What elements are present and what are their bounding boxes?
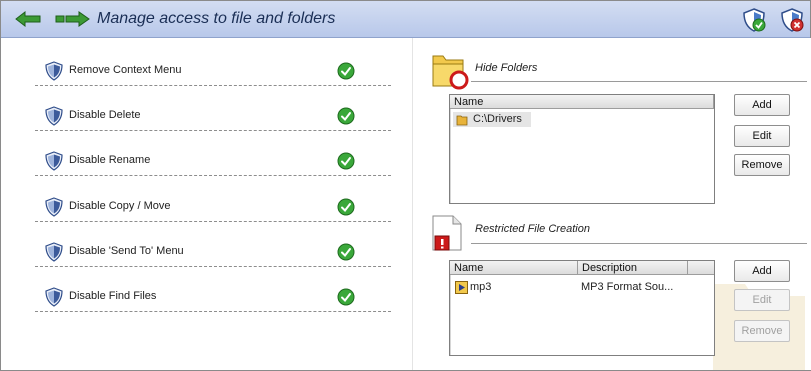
main-window: Manage access to file and folders Remove… (0, 0, 811, 371)
restricted-add-button[interactable]: Add (734, 260, 790, 282)
shield-icon (45, 151, 63, 171)
option-row[interactable]: Disable Find Files (35, 283, 391, 312)
hide-remove-button[interactable]: Remove (734, 154, 790, 176)
restricted-edit-button[interactable]: Edit (734, 289, 790, 311)
column-header-filler (688, 261, 714, 275)
options-panel: Remove Context Menu Disable Delete Disable… (1, 38, 411, 370)
check-icon[interactable] (337, 62, 355, 80)
hide-add-button[interactable]: Add (734, 94, 790, 116)
restricted-title: Restricted File Creation (475, 223, 590, 235)
file-ext: mp3 (470, 281, 492, 293)
option-row[interactable]: Disable Copy / Move (35, 193, 391, 222)
media-file-icon (455, 281, 468, 294)
restricted-remove-button[interactable]: Remove (734, 320, 790, 342)
hide-edit-button[interactable]: Edit (734, 125, 790, 147)
restricted-files-list[interactable]: Name Description mp3 MP3 Format Sou... (449, 260, 715, 356)
option-label: Disable Delete (69, 109, 141, 121)
shield-icon (45, 242, 63, 262)
header-bar: Manage access to file and folders (1, 1, 810, 38)
shield-icon (45, 197, 63, 217)
file-description: MP3 Format Sou... (581, 281, 674, 293)
column-header-name[interactable]: Name (450, 95, 714, 109)
shield-icon (45, 61, 63, 81)
column-header-name[interactable]: Name (450, 261, 578, 275)
option-label: Disable Copy / Move (69, 200, 171, 212)
check-icon[interactable] (337, 152, 355, 170)
folder-icon (456, 115, 468, 126)
folders-panel: Hide Folders Name C:\Drivers Add Edit Re… (412, 38, 811, 370)
option-row[interactable]: Disable 'Send To' Menu (35, 238, 391, 267)
option-row[interactable]: Disable Delete (35, 102, 391, 131)
shield-icon (45, 287, 63, 307)
option-label: Disable 'Send To' Menu (69, 245, 184, 257)
option-label: Remove Context Menu (69, 64, 182, 76)
option-row[interactable]: Remove Context Menu (35, 57, 391, 86)
forward-arrow-icon[interactable] (55, 10, 91, 28)
section-divider (471, 243, 807, 244)
hide-folders-list[interactable]: Name C:\Drivers (449, 94, 715, 204)
option-row[interactable]: Disable Rename (35, 147, 391, 176)
check-icon[interactable] (337, 288, 355, 306)
folder-path: C:\Drivers (473, 113, 522, 125)
column-header-description[interactable]: Description (578, 261, 688, 275)
option-label: Disable Rename (69, 154, 151, 166)
restricted-file-icon (432, 215, 462, 251)
check-icon[interactable] (337, 243, 355, 261)
shield-remove-icon[interactable] (779, 7, 805, 33)
list-item[interactable]: mp3 MP3 Format Sou... (453, 280, 703, 295)
back-arrow-icon[interactable] (15, 10, 41, 28)
shield-check-icon[interactable] (741, 7, 767, 33)
list-item[interactable]: C:\Drivers (453, 112, 531, 127)
section-divider (471, 81, 807, 82)
hidden-folder-icon (432, 55, 469, 90)
check-icon[interactable] (337, 198, 355, 216)
page-title: Manage access to file and folders (97, 10, 336, 27)
hide-folders-title: Hide Folders (475, 62, 538, 74)
check-icon[interactable] (337, 107, 355, 125)
shield-icon (45, 106, 63, 126)
option-label: Disable Find Files (69, 290, 157, 302)
